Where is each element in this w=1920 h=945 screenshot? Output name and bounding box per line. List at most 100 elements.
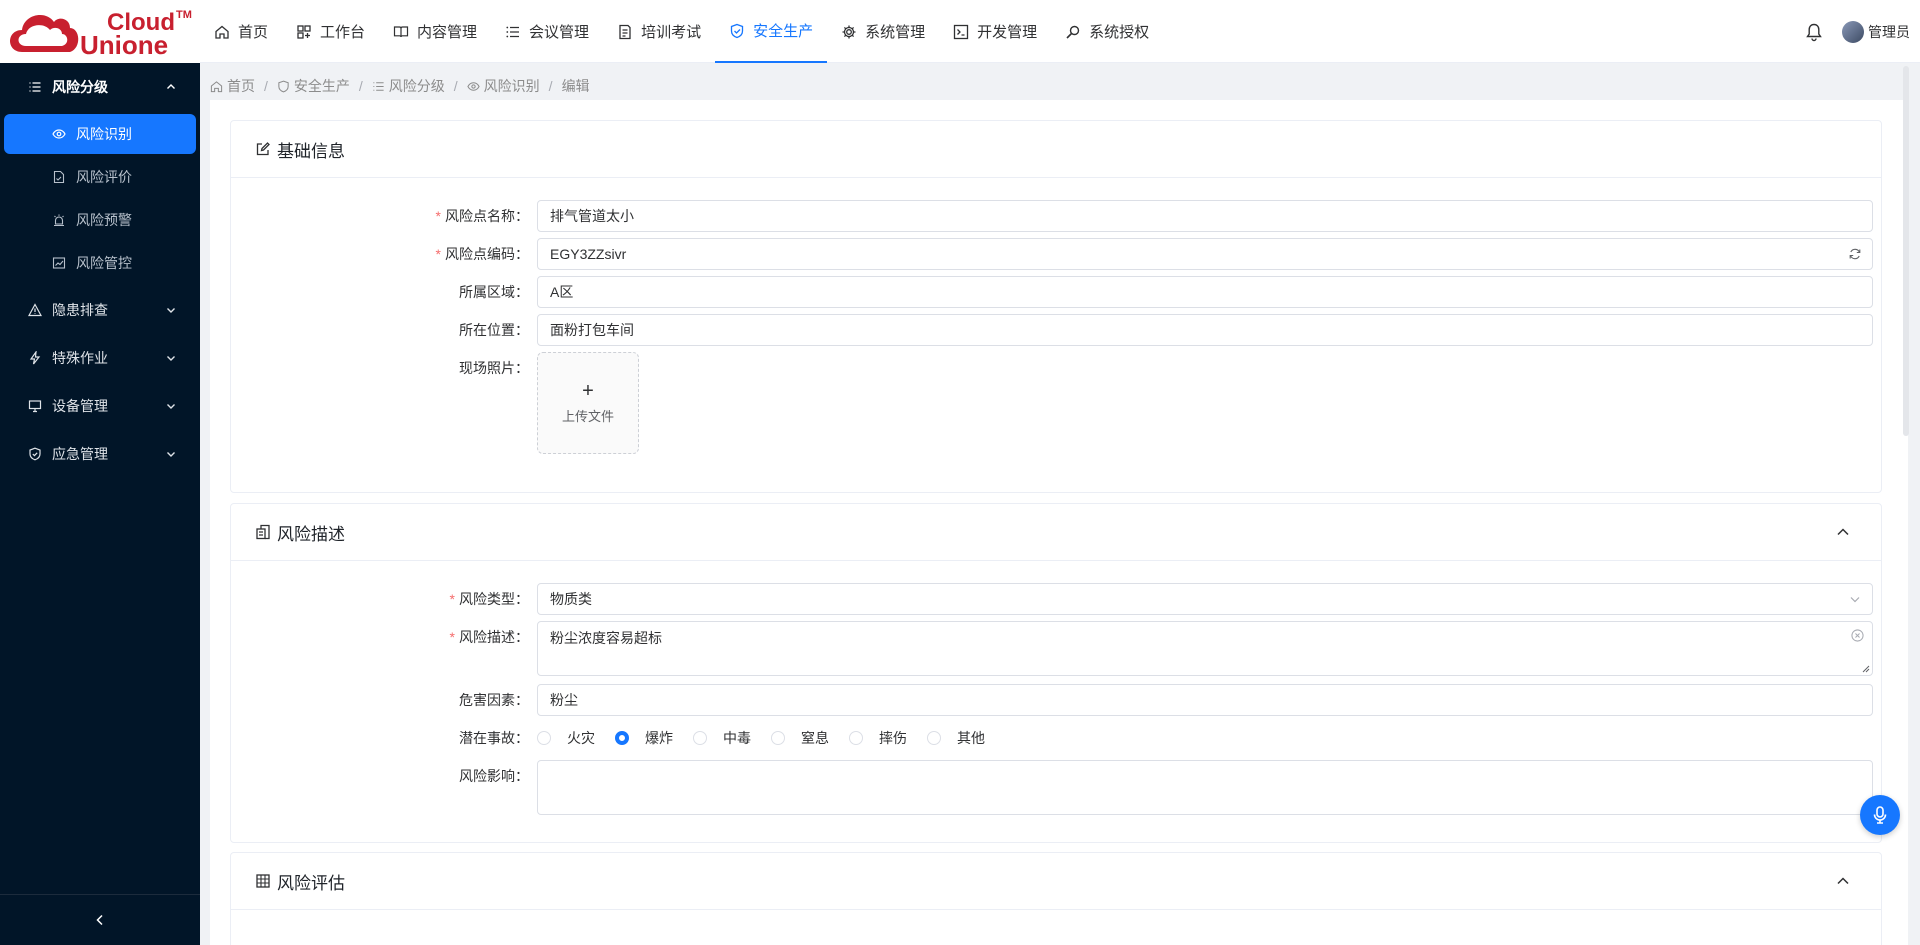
form-row-area: 所属区域： A区 bbox=[231, 276, 1873, 308]
breadcrumb-separator: / bbox=[548, 78, 553, 94]
chevron-up-icon[interactable] bbox=[1835, 524, 1851, 540]
form-label: 危害因素： bbox=[459, 692, 529, 708]
nav-content[interactable]: 内容管理 bbox=[379, 0, 491, 63]
sidebar-group-special-work[interactable]: 特殊作业 bbox=[0, 334, 200, 382]
breadcrumb-home[interactable]: 首页 bbox=[210, 76, 255, 96]
radio-fall-injury[interactable]: 摔伤 bbox=[849, 728, 907, 748]
eye-icon bbox=[467, 81, 480, 91]
nav-training[interactable]: 培训考试 bbox=[603, 0, 715, 63]
form-row-type: * 风险类型： 物质类 bbox=[231, 583, 1873, 615]
sidebar-group-label: 隐患排查 bbox=[52, 302, 108, 318]
chevron-down-icon bbox=[167, 308, 175, 313]
input-value: 粉尘 bbox=[550, 692, 578, 708]
form-label: * 风险点名称： bbox=[435, 208, 529, 224]
nav-home[interactable]: 首页 bbox=[200, 0, 282, 63]
radio-poisoning[interactable]: 中毒 bbox=[693, 728, 751, 748]
form-row-desc: * 风险描述： 粉尘浓度容易超标 bbox=[231, 621, 1873, 676]
nav-label: 工作台 bbox=[320, 24, 366, 41]
radio-label: 火灾 bbox=[567, 730, 595, 746]
radio-other[interactable]: 其他 bbox=[927, 728, 985, 748]
file-icon bbox=[619, 24, 631, 39]
bell-icon[interactable] bbox=[1804, 22, 1824, 42]
sidebar-item-risk-warning[interactable]: 风险预警 bbox=[4, 200, 196, 240]
nav-workbench[interactable]: 工作台 bbox=[282, 0, 379, 63]
risk-impact-textarea[interactable] bbox=[537, 760, 1873, 815]
upload-label: 上传文件 bbox=[561, 408, 614, 424]
form-label: * 风险描述： bbox=[449, 629, 529, 645]
breadcrumb-safety[interactable]: 安全生产 bbox=[277, 76, 350, 96]
breadcrumb-label: 风险分级 bbox=[388, 78, 445, 94]
nav-label: 安全生产 bbox=[753, 23, 814, 40]
gear-icon bbox=[842, 25, 856, 38]
nav-authorize[interactable]: 系统授权 bbox=[1051, 0, 1163, 63]
radio-explosion[interactable]: 爆炸 bbox=[615, 728, 673, 748]
scrollbar[interactable] bbox=[1903, 66, 1909, 436]
nav-system[interactable]: 系统管理 bbox=[827, 0, 939, 63]
nav-safety[interactable]: 安全生产 bbox=[715, 0, 828, 63]
sidebar-group-emergency[interactable]: 应急管理 bbox=[0, 430, 200, 478]
nav-label: 内容管理 bbox=[417, 24, 478, 41]
required-mark: * bbox=[449, 629, 455, 645]
breadcrumb-risk-grading[interactable]: 风险分级 bbox=[372, 76, 445, 96]
radio-fire[interactable]: 火灾 bbox=[537, 728, 595, 748]
form-label-text: 潜在事故 bbox=[459, 730, 515, 746]
grid-icon bbox=[256, 874, 270, 888]
building-icon bbox=[256, 524, 270, 540]
sidebar-item-label: 风险识别 bbox=[76, 126, 132, 142]
input-value: EGY3ZZsivr bbox=[550, 246, 627, 262]
sidebar: 风险分级 风险识别 风险评价 风险预警 风险管控 隐患排查 特殊作业 设备管理 … bbox=[0, 63, 200, 945]
chevron-up-icon bbox=[167, 84, 175, 89]
user-menu[interactable]: 管理员 bbox=[1842, 20, 1910, 43]
sidebar-group-risk-grading[interactable]: 风险分级 bbox=[0, 63, 200, 111]
breadcrumb-risk-identify[interactable]: 风险识别 bbox=[467, 76, 540, 96]
form-row-location: 所在位置： 面粉打包车间 bbox=[231, 314, 1873, 346]
sidebar-collapse-button[interactable] bbox=[0, 894, 200, 945]
risk-description-textarea[interactable]: 粉尘浓度容易超标 bbox=[537, 621, 1873, 676]
nav-dev[interactable]: 开发管理 bbox=[939, 0, 1051, 63]
radio-suffocation[interactable]: 窒息 bbox=[771, 728, 829, 748]
cloud-unione-logo[interactable]: Cloud Unione TM bbox=[0, 0, 200, 63]
radio-circle bbox=[693, 731, 707, 745]
area-input[interactable]: A区 bbox=[537, 276, 1873, 308]
form-label-text: 所在位置 bbox=[459, 322, 515, 338]
risk-code-input[interactable]: EGY3ZZsivr bbox=[537, 238, 1873, 270]
nav-meeting[interactable]: 会议管理 bbox=[491, 0, 603, 63]
form-label-text: 风险影响 bbox=[459, 768, 515, 784]
card-title: 风险描述 bbox=[277, 524, 345, 544]
voice-input-button[interactable] bbox=[1860, 795, 1900, 835]
form-label: 潜在事故： bbox=[459, 730, 529, 746]
form-row-accident: 潜在事故： 火灾 爆炸 中毒 窒息 摔伤 其他 bbox=[231, 722, 1005, 754]
refresh-icon[interactable] bbox=[1848, 247, 1862, 261]
sidebar-group-device[interactable]: 设备管理 bbox=[0, 382, 200, 430]
sidebar-group-hazard-check[interactable]: 隐患排查 bbox=[0, 286, 200, 334]
hazard-input[interactable]: 粉尘 bbox=[537, 684, 1873, 716]
form-label-text: 风险描述 bbox=[459, 629, 515, 645]
clear-icon[interactable] bbox=[1851, 629, 1864, 642]
chevron-up-icon[interactable] bbox=[1835, 873, 1851, 889]
breadcrumb-separator: / bbox=[358, 78, 363, 94]
logo-unione-text: Unione bbox=[80, 30, 168, 60]
chevron-down-icon bbox=[167, 404, 175, 409]
card-title: 风险评估 bbox=[277, 873, 345, 893]
sidebar-item-risk-evaluate[interactable]: 风险评价 bbox=[4, 157, 196, 197]
chevron-down-icon bbox=[167, 356, 175, 361]
risk-name-input[interactable]: 排气管道太小 bbox=[537, 200, 1873, 232]
workbench-icon bbox=[297, 24, 311, 39]
radio-label: 中毒 bbox=[723, 730, 751, 746]
radio-label: 爆炸 bbox=[645, 730, 673, 746]
sidebar-group-label: 应急管理 bbox=[52, 446, 108, 462]
required-mark: * bbox=[449, 591, 455, 607]
form-label-text: 风险点编码 bbox=[445, 246, 515, 262]
sidebar-item-risk-identify[interactable]: 风险识别 bbox=[4, 114, 196, 154]
breadcrumb-label: 风险识别 bbox=[483, 78, 540, 94]
form-row-code: * 风险点编码： EGY3ZZsivr bbox=[231, 238, 1873, 270]
nav-label: 培训考试 bbox=[641, 24, 702, 41]
sidebar-item-risk-control[interactable]: 风险管控 bbox=[4, 243, 196, 283]
upload-button[interactable]: + 上传文件 bbox=[537, 352, 639, 454]
location-input[interactable]: 面粉打包车间 bbox=[537, 314, 1873, 346]
risk-type-select[interactable]: 物质类 bbox=[537, 583, 1873, 615]
radio-circle bbox=[849, 731, 863, 745]
eye-icon bbox=[52, 129, 66, 139]
logo-tm-text: TM bbox=[176, 9, 192, 21]
resize-handle-icon[interactable] bbox=[1862, 665, 1870, 673]
